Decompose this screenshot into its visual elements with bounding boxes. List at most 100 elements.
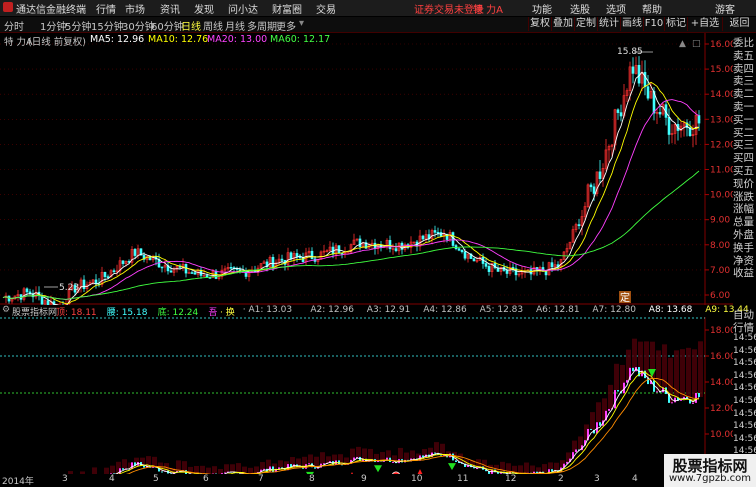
- period-more[interactable]: 更多: [276, 18, 296, 33]
- low-marker: 5.23: [44, 283, 79, 293]
- indicator-box: [632, 338, 637, 372]
- date-tick-label: 5: [153, 474, 159, 484]
- candle-body: [598, 171, 602, 179]
- candle-body: [616, 109, 620, 113]
- candle-body: [487, 266, 491, 272]
- main-kline-chart[interactable]: 16.00 15.00 14.00 13.00 12.00 11.00 10.00 9.00 8…: [0, 33, 733, 305]
- high-marker: 15.85: [617, 47, 653, 57]
- period-60min[interactable]: 60分钟: [151, 18, 184, 33]
- candle-body: [25, 288, 29, 293]
- tab-zixuan[interactable]: +自选: [687, 17, 722, 31]
- price-tick-label: 8.00: [710, 241, 730, 251]
- indicator-box: [260, 462, 265, 470]
- indicator-box: [680, 349, 685, 399]
- candle-body: [619, 112, 623, 117]
- period-daily[interactable]: 日线: [181, 18, 201, 33]
- candle-body: [472, 258, 476, 262]
- candle-body: [169, 270, 173, 273]
- date-tick-label: 2: [558, 474, 564, 484]
- period-multi[interactable]: 多周期: [247, 18, 277, 33]
- menu-shichang[interactable]: 市场: [125, 1, 145, 16]
- indicator-candle: [119, 468, 121, 474]
- tab-f10[interactable]: F10: [643, 17, 664, 31]
- candle-body: [484, 263, 488, 267]
- indicator-tick-label: 10.00: [710, 430, 733, 440]
- price-tick-label: 12.00: [710, 140, 733, 150]
- watermark-url: www.7gpzb.com: [669, 473, 751, 484]
- indicator-box: [698, 341, 703, 397]
- indicator-chart[interactable]: 18.0016.0014.0012.0010.008.00: [0, 317, 733, 474]
- menu-faxian[interactable]: 发现: [194, 1, 214, 16]
- menu-gongneng[interactable]: 功能: [532, 1, 552, 16]
- menu-zixun[interactable]: 资讯: [160, 1, 180, 16]
- candle-body: [505, 270, 509, 274]
- tick-time: 14:56: [733, 408, 756, 419]
- candle-body: [346, 251, 350, 254]
- menu-xuangu[interactable]: 选股: [570, 1, 590, 16]
- date-tick-label: 10: [411, 474, 423, 484]
- menu-hangqing[interactable]: 行情: [96, 1, 116, 16]
- menu-wenxiaoda[interactable]: 问小达: [228, 1, 258, 16]
- candle-body: [433, 230, 437, 233]
- tab-fanhui[interactable]: 返回: [722, 17, 756, 31]
- tab-biaoji[interactable]: 标记: [664, 17, 687, 31]
- candle-body: [646, 86, 650, 99]
- menu-jiaoyi[interactable]: 交易: [316, 1, 336, 16]
- tick-time: 14:56: [733, 370, 756, 381]
- indicator-box: [590, 412, 595, 430]
- tab-diejia[interactable]: 叠加: [551, 17, 574, 31]
- tab-tongji[interactable]: 统计: [597, 17, 620, 31]
- indicator-box: [122, 459, 127, 470]
- period-30min[interactable]: 30分钟: [122, 18, 155, 33]
- tab-dingzhi[interactable]: 定制: [574, 17, 597, 31]
- indicator-candle: [455, 460, 457, 463]
- menu-caifuquan[interactable]: 财富圈: [272, 1, 302, 16]
- indicator-box: [320, 452, 325, 464]
- indicator-candle: [122, 468, 124, 470]
- candle-body: [271, 256, 275, 269]
- price-tick-label: 11.00: [710, 166, 733, 176]
- indicator-candle: [308, 463, 310, 465]
- ding-badge[interactable]: 定: [619, 291, 631, 304]
- period-5min[interactable]: 5分钟: [65, 18, 91, 33]
- menu-xuanxiang[interactable]: 选项: [606, 1, 626, 16]
- more-chevron-icon[interactable]: ▾: [299, 18, 304, 29]
- period-toolbar: 分时 1分钟 5分钟 15分钟 30分钟 60分钟 日线 周线 月线 多周期 更…: [0, 17, 756, 33]
- menu-guest[interactable]: 游客: [715, 1, 735, 16]
- candle-body: [103, 271, 107, 277]
- candle-body: [295, 253, 299, 257]
- indicator-box: [236, 463, 241, 473]
- candle-body: [637, 64, 641, 84]
- indicator-candle: [656, 391, 658, 393]
- down-triangle-icon: [448, 463, 456, 471]
- candle-body: [457, 248, 461, 251]
- indicator-candle: [551, 469, 553, 472]
- menu-bangzhu[interactable]: 帮助: [642, 1, 662, 16]
- indicator-gear-icon[interactable]: ⚙: [2, 305, 10, 315]
- period-15min[interactable]: 15分钟: [91, 18, 124, 33]
- candle-body: [589, 184, 593, 188]
- indicator-box: [224, 464, 229, 473]
- candle-body: [133, 249, 137, 256]
- indicator-box: [524, 462, 529, 474]
- period-weekly[interactable]: 周线: [203, 18, 223, 33]
- period-fenshi[interactable]: 分时: [4, 18, 24, 33]
- indicator-box: [368, 448, 373, 461]
- tab-huaxian[interactable]: 画线: [620, 17, 643, 31]
- indicator-candle: [674, 397, 676, 403]
- ding-badge-label: 定: [620, 291, 630, 304]
- low-marker-label: 5.23: [59, 283, 79, 293]
- period-1min[interactable]: 1分钟: [40, 18, 66, 33]
- chart-controls[interactable]: ▲ □: [679, 39, 701, 49]
- indicator-box: [200, 465, 205, 474]
- candle-body: [160, 266, 164, 269]
- watermark: 股票指标网 www.7gpzb.com: [664, 454, 756, 487]
- app-name: 通达信金融终端: [16, 5, 86, 16]
- ma20-line: [2, 99, 700, 301]
- tick-time: 14:56: [733, 433, 756, 444]
- tab-fuquan[interactable]: 复权: [528, 17, 551, 31]
- quote-item[interactable]: 收益: [733, 265, 756, 280]
- period-monthly[interactable]: 月线: [225, 18, 245, 33]
- candle-body: [229, 266, 233, 269]
- indicator-box: [614, 363, 619, 391]
